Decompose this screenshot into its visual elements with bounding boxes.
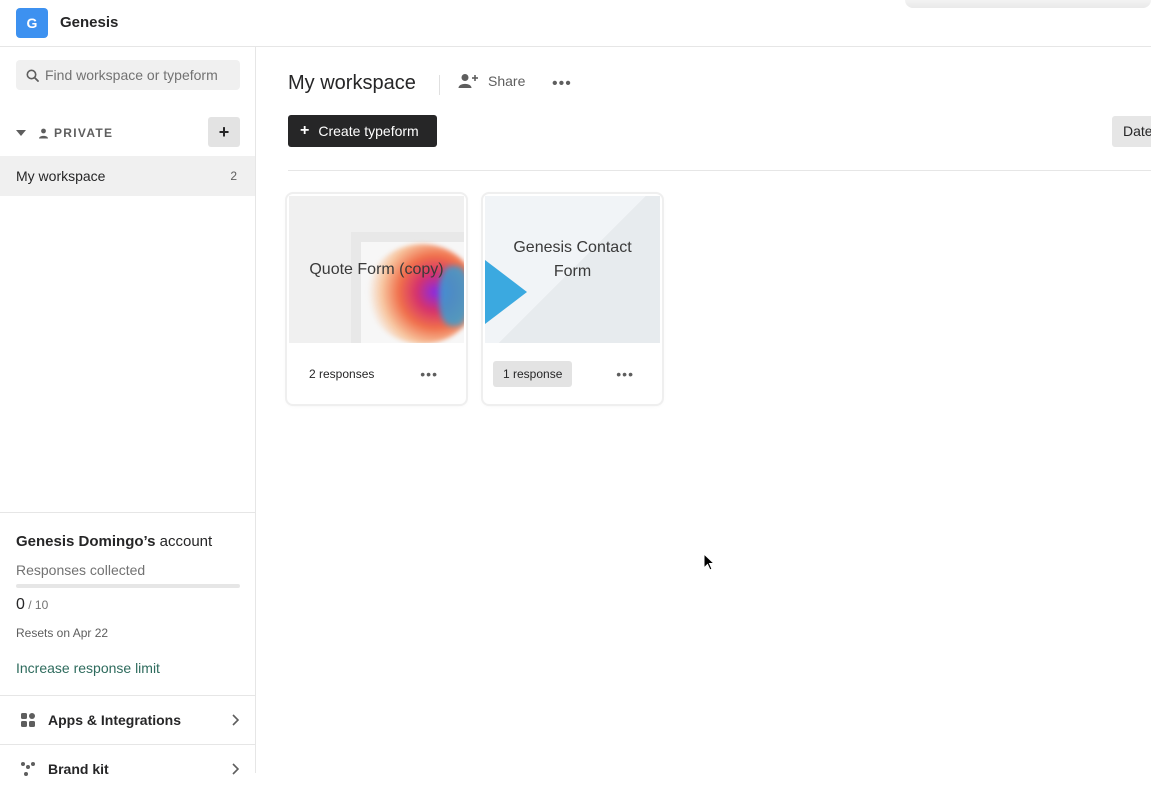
responses-limit: / 10 xyxy=(24,598,49,612)
card-more-button[interactable]: ••• xyxy=(420,366,438,382)
workspace-count: 2 xyxy=(230,169,237,183)
brand-kit-icon xyxy=(21,762,35,776)
workspace-more-button[interactable]: ••• xyxy=(552,75,572,93)
content-divider xyxy=(288,170,1151,171)
private-section-header[interactable]: PRIVATE + xyxy=(16,117,240,149)
card-footer: 1 response ••• xyxy=(483,343,662,404)
responses-usage: 0 / 10 xyxy=(16,596,239,614)
apps-icon xyxy=(21,713,35,727)
sidebar-item-brand-kit[interactable]: Brand kit xyxy=(0,744,255,793)
workspace-name: My workspace xyxy=(16,168,106,184)
sort-dropdown[interactable]: Date xyxy=(1112,116,1151,147)
person-icon xyxy=(39,128,48,138)
top-decoration xyxy=(905,0,1151,8)
typeform-thumbnail[interactable]: Genesis Contact Form xyxy=(485,196,660,343)
brand-kit-label: Brand kit xyxy=(48,761,109,777)
create-typeform-button[interactable]: + Create typeform xyxy=(288,115,437,147)
resets-date: Resets on Apr 22 xyxy=(16,626,109,640)
account-title: Genesis Domingo’s account xyxy=(16,533,239,550)
responses-collected-label: Responses collected xyxy=(16,562,146,578)
responses-count[interactable]: 2 responses xyxy=(309,367,374,381)
main-content: My workspace Share ••• + Create typeform… xyxy=(256,47,1151,773)
share-button[interactable]: Share xyxy=(458,73,525,89)
sidebar-item-my-workspace[interactable]: My workspace 2 xyxy=(0,156,255,196)
top-bar: G Genesis xyxy=(0,0,1151,47)
sidebar: PRIVATE + My workspace 2 Genesis Domingo… xyxy=(0,47,256,777)
org-name[interactable]: Genesis xyxy=(60,14,118,31)
add-workspace-button[interactable]: + xyxy=(208,117,240,147)
account-panel: Genesis Domingo’s account Responses coll… xyxy=(0,512,255,676)
create-typeform-label: Create typeform xyxy=(318,123,419,139)
typeform-card[interactable]: Quote Form (copy) 2 responses ••• xyxy=(287,194,466,404)
responses-progress-bar xyxy=(16,584,240,588)
sidebar-item-apps-integrations[interactable]: Apps & Integrations xyxy=(0,695,255,744)
increase-response-limit-link[interactable]: Increase response limit xyxy=(16,660,239,676)
plus-icon: + xyxy=(300,122,310,139)
card-more-button[interactable]: ••• xyxy=(616,366,634,382)
chevron-right-icon xyxy=(232,763,239,775)
search-box[interactable] xyxy=(16,60,240,90)
account-owner-name: Genesis Domingo’s xyxy=(16,533,156,550)
card-footer: 2 responses ••• xyxy=(287,343,466,404)
page-title[interactable]: My workspace xyxy=(288,72,416,95)
title-divider xyxy=(439,75,440,95)
typeform-thumbnail[interactable]: Quote Form (copy) xyxy=(289,196,464,343)
responses-count[interactable]: 1 response xyxy=(493,360,573,387)
typeform-card[interactable]: Genesis Contact Form 1 response ••• xyxy=(483,194,662,404)
typeform-title: Quote Form (copy) xyxy=(309,260,444,278)
add-person-icon xyxy=(458,74,478,88)
search-input[interactable] xyxy=(45,67,235,83)
mouse-cursor-icon xyxy=(703,553,715,571)
private-section-label: PRIVATE xyxy=(54,126,114,140)
responses-used: 0 xyxy=(16,596,25,613)
search-icon xyxy=(26,69,39,82)
share-label: Share xyxy=(488,73,526,89)
chevron-right-icon xyxy=(232,714,239,726)
org-avatar[interactable]: G xyxy=(16,8,48,38)
collapse-caret-icon[interactable] xyxy=(16,130,26,136)
apps-integrations-label: Apps & Integrations xyxy=(48,712,182,728)
account-suffix: account xyxy=(155,533,213,550)
typeform-title: Genesis Contact Form xyxy=(513,238,632,280)
